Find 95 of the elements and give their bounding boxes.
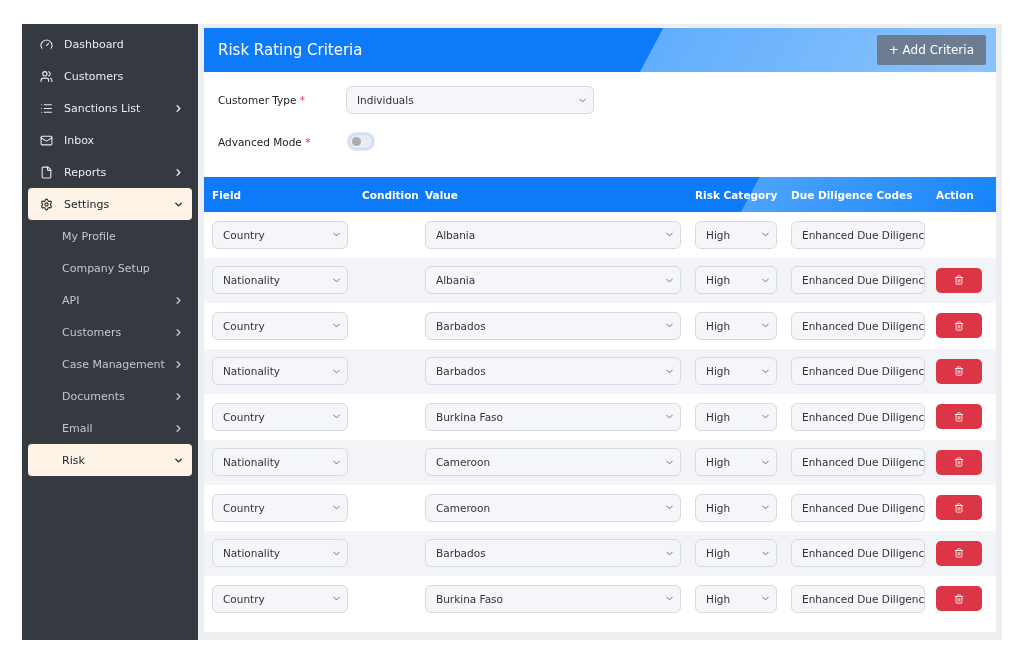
value-select[interactable]: Barbados (425, 311, 681, 340)
delete-button[interactable] (936, 404, 982, 430)
sidebar-item[interactable]: Email (28, 412, 192, 444)
field-select[interactable]: Country (212, 220, 348, 249)
delete-button[interactable] (936, 267, 982, 293)
value-select[interactable]: Albania (425, 220, 681, 249)
risk-category-select[interactable]: High (695, 539, 777, 568)
sidebar-item[interactable]: API (28, 284, 192, 316)
risk-category-select[interactable]: High (695, 311, 777, 340)
risk-category-select[interactable]: High (695, 220, 777, 249)
sidebar-item[interactable]: Inbox (28, 124, 192, 156)
sidebar-item[interactable]: Dashboard (28, 28, 192, 60)
sidebar-item-label: Case Management (62, 357, 166, 371)
due-diligence-select[interactable]: Enhanced Due Diligenc (791, 402, 925, 431)
due-diligence-select[interactable]: Enhanced Due Diligenc (791, 539, 925, 568)
value-select[interactable]: Albania (425, 266, 681, 295)
column-header: Risk Category (695, 188, 779, 201)
sidebar-item[interactable]: Customers (28, 316, 192, 348)
sidebar-item[interactable]: Settings (28, 188, 192, 220)
sidebar-item[interactable]: Risk (28, 444, 192, 476)
delete-button[interactable] (936, 449, 982, 475)
delete-button[interactable] (936, 540, 982, 566)
risk-category-select[interactable]: High (695, 493, 777, 522)
field-select[interactable]: Nationality (212, 539, 348, 568)
sidebar-item-label: Sanctions List (64, 101, 142, 115)
due-diligence-select[interactable]: Enhanced Due Diligenc (791, 584, 925, 613)
trash-icon (954, 593, 964, 604)
risk-category-select[interactable]: High (695, 448, 777, 477)
delete-button[interactable] (936, 586, 982, 612)
sidebar-item-label: Customers (62, 325, 123, 339)
delete-button[interactable] (936, 313, 982, 339)
sidebar-item-label: Email (62, 421, 94, 435)
customer-type-select[interactable]: Individuals (346, 86, 594, 114)
sidebar-item[interactable]: My Profile (28, 220, 192, 252)
delete-button[interactable] (936, 358, 982, 384)
field-select[interactable]: Country (212, 402, 348, 431)
column-header: Field (212, 188, 242, 201)
due-diligence-select[interactable]: Enhanced Due Diligenc (791, 266, 925, 295)
column-header: Value (425, 188, 459, 201)
sidebar-item-label: Customers (64, 69, 125, 83)
trash-icon (954, 320, 964, 331)
sidebar-item-label: Company Setup (62, 261, 151, 275)
add-criteria-button[interactable]: + Add Criteria (876, 35, 986, 65)
sidebar-item-label: Dashboard (64, 37, 125, 51)
risk-category-select[interactable]: High (695, 402, 777, 431)
trash-icon (954, 548, 964, 559)
due-diligence-select[interactable]: Enhanced Due Diligenc (791, 357, 925, 386)
sidebar-item[interactable]: Sanctions List (28, 92, 192, 124)
users-icon (40, 69, 56, 83)
trash-icon (954, 411, 964, 422)
field-select[interactable]: Nationality (212, 357, 348, 386)
value-select[interactable]: Cameroon (425, 493, 681, 522)
value-select[interactable]: Burkina Faso (425, 584, 681, 613)
due-diligence-select[interactable]: Enhanced Due Diligenc (791, 220, 925, 249)
sidebar-item-label: API (62, 293, 81, 307)
delete-button[interactable] (936, 495, 982, 521)
due-diligence-select[interactable]: Enhanced Due Diligenc (791, 493, 925, 522)
field-select[interactable]: Country (212, 493, 348, 522)
envelope-icon (40, 133, 56, 147)
column-header: Action (936, 188, 975, 201)
dashboard-icon (40, 37, 56, 51)
trash-icon (954, 366, 964, 377)
trash-icon (954, 502, 964, 513)
sidebar-item[interactable]: Customers (28, 60, 192, 92)
field-select[interactable]: Nationality (212, 266, 348, 295)
risk-category-select[interactable]: High (695, 266, 777, 295)
sidebar-item-label: My Profile (62, 229, 117, 243)
risk-category-select[interactable]: High (695, 584, 777, 613)
value-select[interactable]: Cameroon (425, 448, 681, 477)
value-select[interactable]: Barbados (425, 357, 681, 386)
field-select[interactable]: Country (212, 584, 348, 613)
column-header: Due Diligence Codes (791, 188, 914, 201)
sidebar-item[interactable]: Documents (28, 380, 192, 412)
value-select[interactable]: Barbados (425, 539, 681, 568)
field-select[interactable]: Nationality (212, 448, 348, 477)
sidebar-item-label: Inbox (64, 133, 96, 147)
customer-type-label: Customer Type * (218, 94, 307, 106)
sidebar-item[interactable]: Case Management (28, 348, 192, 380)
sidebar-item-label: Documents (62, 389, 126, 403)
value-select[interactable]: Burkina Faso (425, 402, 681, 431)
advanced-mode-label: Advanced Mode * (218, 135, 312, 148)
due-diligence-select[interactable]: Enhanced Due Diligenc (791, 311, 925, 340)
page-title: Risk Rating Criteria (218, 41, 363, 59)
risk-category-select[interactable]: High (695, 357, 777, 386)
trash-icon (954, 275, 964, 286)
sidebar-item-label: Reports (64, 165, 108, 179)
sidebar-item[interactable]: Reports (28, 156, 192, 188)
sidebar-item-label: Settings (64, 197, 111, 211)
trash-icon (954, 457, 964, 468)
advanced-mode-toggle[interactable] (349, 134, 373, 149)
column-header: Condition (362, 188, 420, 201)
sidebar-item-label: Risk (62, 453, 86, 467)
field-select[interactable]: Country (212, 311, 348, 340)
sidebar-item[interactable]: Company Setup (28, 252, 192, 284)
due-diligence-select[interactable]: Enhanced Due Diligenc (791, 448, 925, 477)
